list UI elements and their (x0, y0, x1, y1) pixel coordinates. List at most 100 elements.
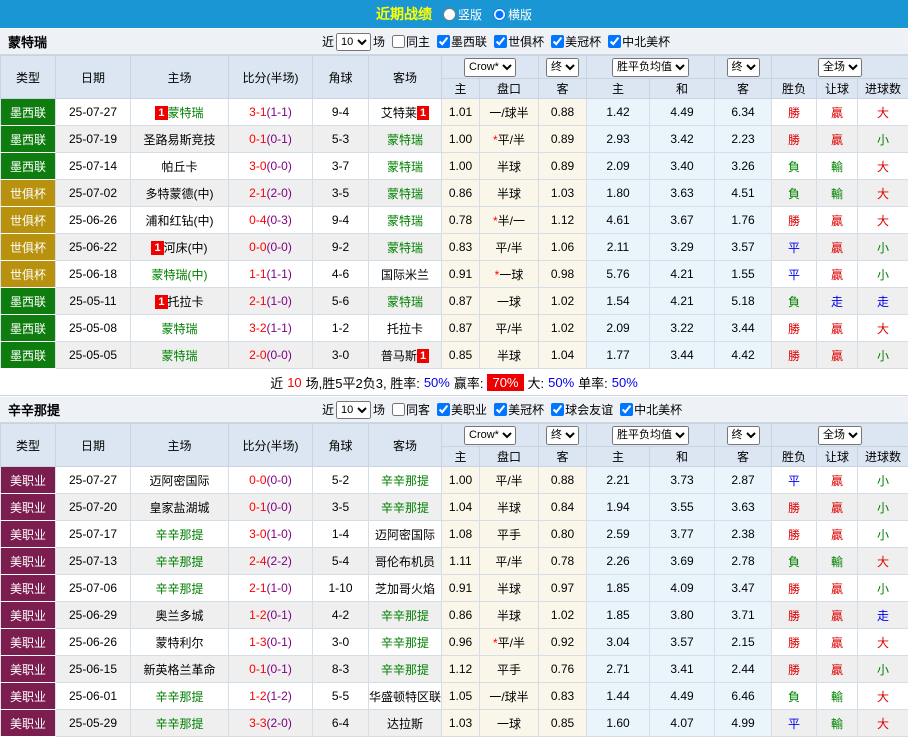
bookmaker-select[interactable]: Crow* (464, 426, 516, 445)
recent-count-select[interactable]: 10 (336, 401, 371, 419)
league-filter-option[interactable]: 中北美杯 (603, 33, 670, 50)
avg-away-odds: 3.63 (715, 494, 772, 521)
league-checkbox[interactable] (551, 403, 564, 416)
league-filter-option[interactable]: 美职业 (432, 401, 487, 418)
avg-draw-odds: 3.22 (650, 315, 715, 342)
same-venue-checkbox[interactable] (392, 403, 405, 416)
league-filter-option[interactable]: 中北美杯 (615, 401, 682, 418)
league-checkbox[interactable] (620, 403, 633, 416)
match-date: 25-07-20 (56, 494, 131, 521)
match-score: 0-1(0-1) (229, 126, 313, 153)
result-goals: 小 (858, 494, 908, 521)
home-team: 蒙特瑞 (131, 315, 229, 342)
subcol-5: 客 (715, 79, 772, 99)
fulltime-score: 1-1 (249, 267, 266, 281)
bookmaker-select[interactable]: Crow* (464, 58, 516, 77)
team-link: 辛辛那提 (155, 582, 203, 596)
league-filter-option[interactable]: 美冠杯 (546, 33, 601, 50)
bookmaker-select-cell: Crow* (442, 424, 539, 447)
layout-horizontal-option[interactable]: 横版 (487, 6, 532, 23)
match-date: 25-06-15 (56, 656, 131, 683)
col-score: 比分(半场) (229, 56, 313, 99)
result-handicap: 贏 (817, 126, 858, 153)
subcol-0: 主 (442, 447, 480, 467)
league-checkbox[interactable] (551, 35, 564, 48)
same-venue-option[interactable]: 同客 (387, 401, 430, 418)
halftime-score: (1-1) (267, 267, 292, 281)
match-row: 美职业25-07-13辛辛那提2-4(2-2)5-4哥伦布机员1.11平/半0.… (1, 548, 908, 575)
final-odds-select[interactable]: 终 (546, 426, 579, 445)
away-team: 辛辛那提 (369, 602, 442, 629)
home-team: 辛辛那提 (131, 575, 229, 602)
result-wdl: 勝 (772, 99, 817, 126)
fulltime-score: 0-0 (249, 473, 266, 487)
team-link: 蒙特利尔 (155, 636, 203, 650)
odds-home: 1.01 (442, 99, 480, 126)
period-select[interactable]: 全场 (818, 58, 862, 77)
avg-draw-odds: 3.41 (650, 656, 715, 683)
team-link: 迈阿密国际 (375, 528, 435, 542)
final-odds-select[interactable]: 终 (727, 58, 760, 77)
league-filter-option[interactable]: 美冠杯 (489, 401, 544, 418)
match-row: 世俱杯25-06-18蒙特瑞(中)1-1(1-1)4-6国际米兰0.91*一球0… (1, 261, 908, 288)
same-venue-option[interactable]: 同主 (387, 33, 430, 50)
match-row: 墨西联25-07-14帕丘卡3-0(0-0)3-7蒙特瑞1.00半球0.892.… (1, 153, 908, 180)
handicap-text: 平/半 (498, 133, 525, 147)
match-date: 25-05-29 (56, 710, 131, 737)
team-link: 蒙特瑞(中) (152, 268, 208, 282)
team-link: 蒙特瑞 (161, 349, 197, 363)
match-score: 2-1(1-0) (229, 575, 313, 602)
odds-home: 1.00 (442, 126, 480, 153)
layout-vertical-option[interactable]: 竖版 (437, 6, 482, 23)
result-goals: 小 (858, 342, 908, 369)
odds-home: 1.11 (442, 548, 480, 575)
wdl-average-select[interactable]: 胜平负均值 (612, 58, 689, 77)
match-score: 0-1(0-0) (229, 494, 313, 521)
league-badge: 世俱杯 (1, 207, 56, 234)
home-team: 辛辛那提 (131, 521, 229, 548)
avg-away-odds: 3.57 (715, 234, 772, 261)
final-odds-select[interactable]: 终 (727, 426, 760, 445)
win-rate-value: 50% (424, 375, 450, 390)
odds-home: 0.96 (442, 629, 480, 656)
rank-badge: 1 (151, 241, 163, 255)
col-away: 客场 (369, 424, 442, 467)
away-team: 蒙特瑞 (369, 153, 442, 180)
period-select[interactable]: 全场 (818, 426, 862, 445)
league-badge: 美职业 (1, 467, 56, 494)
league-badge: 美职业 (1, 548, 56, 575)
handicap-text: 半球 (497, 349, 521, 363)
home-team: 圣路易斯竞技 (131, 126, 229, 153)
league-badge: 墨西联 (1, 153, 56, 180)
avg-away-odds: 6.34 (715, 99, 772, 126)
result-wdl: 勝 (772, 126, 817, 153)
same-venue-checkbox[interactable] (392, 35, 405, 48)
league-badge: 美职业 (1, 521, 56, 548)
fulltime-score: 0-1 (249, 132, 266, 146)
league-filter-option[interactable]: 球会友谊 (546, 401, 613, 418)
vertical-radio[interactable] (443, 8, 456, 21)
fulltime-score: 0-1 (249, 500, 266, 514)
team-link: 蒙特瑞 (387, 214, 423, 228)
league-checkbox[interactable] (494, 35, 507, 48)
league-checkbox[interactable] (608, 35, 621, 48)
wdl-average-select[interactable]: 胜平负均值 (612, 426, 689, 445)
corner-score: 3-5 (313, 180, 369, 207)
recent-count-select[interactable]: 10 (336, 33, 371, 51)
league-checkbox[interactable] (494, 403, 507, 416)
league-checkbox[interactable] (437, 403, 450, 416)
final-odds-select-cell: 终 (715, 56, 772, 79)
league-checkbox[interactable] (437, 35, 450, 48)
result-goals: 大 (858, 683, 908, 710)
away-team: 蒙特瑞 (369, 207, 442, 234)
team-link: 普马斯 (381, 349, 417, 363)
league-filter-option[interactable]: 世俱杯 (489, 33, 544, 50)
result-handicap: 贏 (817, 467, 858, 494)
horizontal-radio[interactable] (493, 8, 506, 21)
subcol-4: 和 (650, 447, 715, 467)
team-link: 蒙特瑞 (387, 295, 423, 309)
final-odds-select[interactable]: 终 (546, 58, 579, 77)
subcol-4: 和 (650, 79, 715, 99)
league-filter-option[interactable]: 墨西联 (432, 33, 487, 50)
team-link: 辛辛那提 (381, 609, 429, 623)
